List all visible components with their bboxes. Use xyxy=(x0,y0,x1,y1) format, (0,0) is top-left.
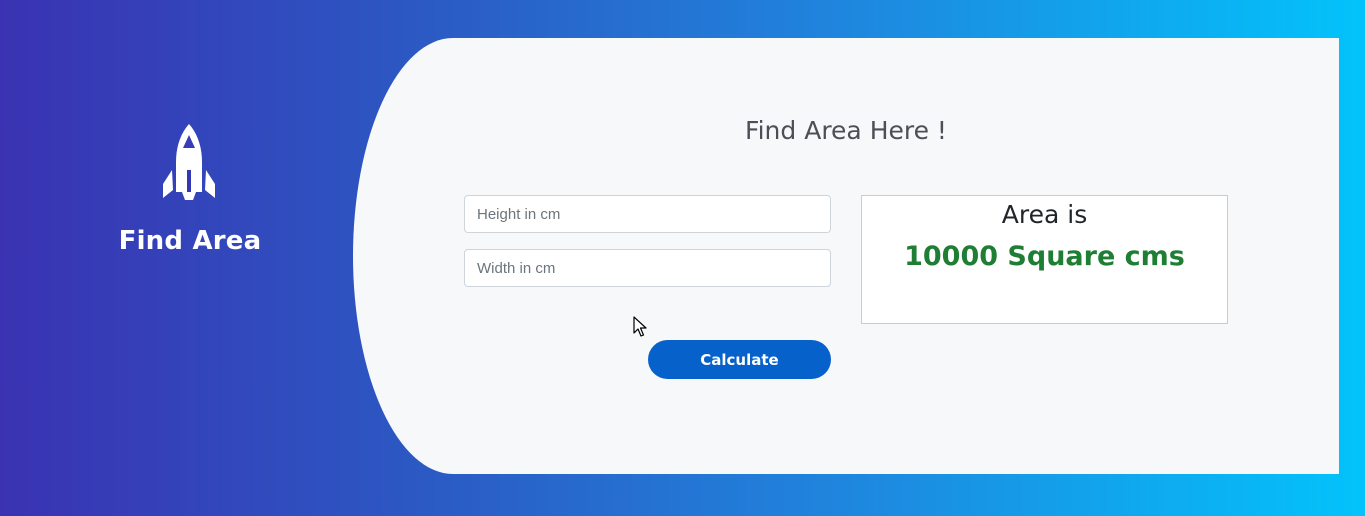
mouse-cursor-icon xyxy=(633,316,647,337)
calculator-card: Find Area Here ! Calculate Area is 10000… xyxy=(353,38,1339,474)
calculate-button[interactable]: Calculate xyxy=(648,340,831,379)
result-label: Area is xyxy=(1001,200,1088,229)
brand-title: Find Area xyxy=(118,226,262,256)
result-panel: Area is 10000 Square cms xyxy=(861,195,1228,324)
page-title: Find Area Here ! xyxy=(745,116,947,145)
result-value: 10000 Square cms xyxy=(904,241,1185,272)
width-input[interactable] xyxy=(464,249,831,287)
sidebar-brand: Find Area xyxy=(0,0,380,516)
rocket-icon xyxy=(163,124,215,200)
height-input[interactable] xyxy=(464,195,831,233)
